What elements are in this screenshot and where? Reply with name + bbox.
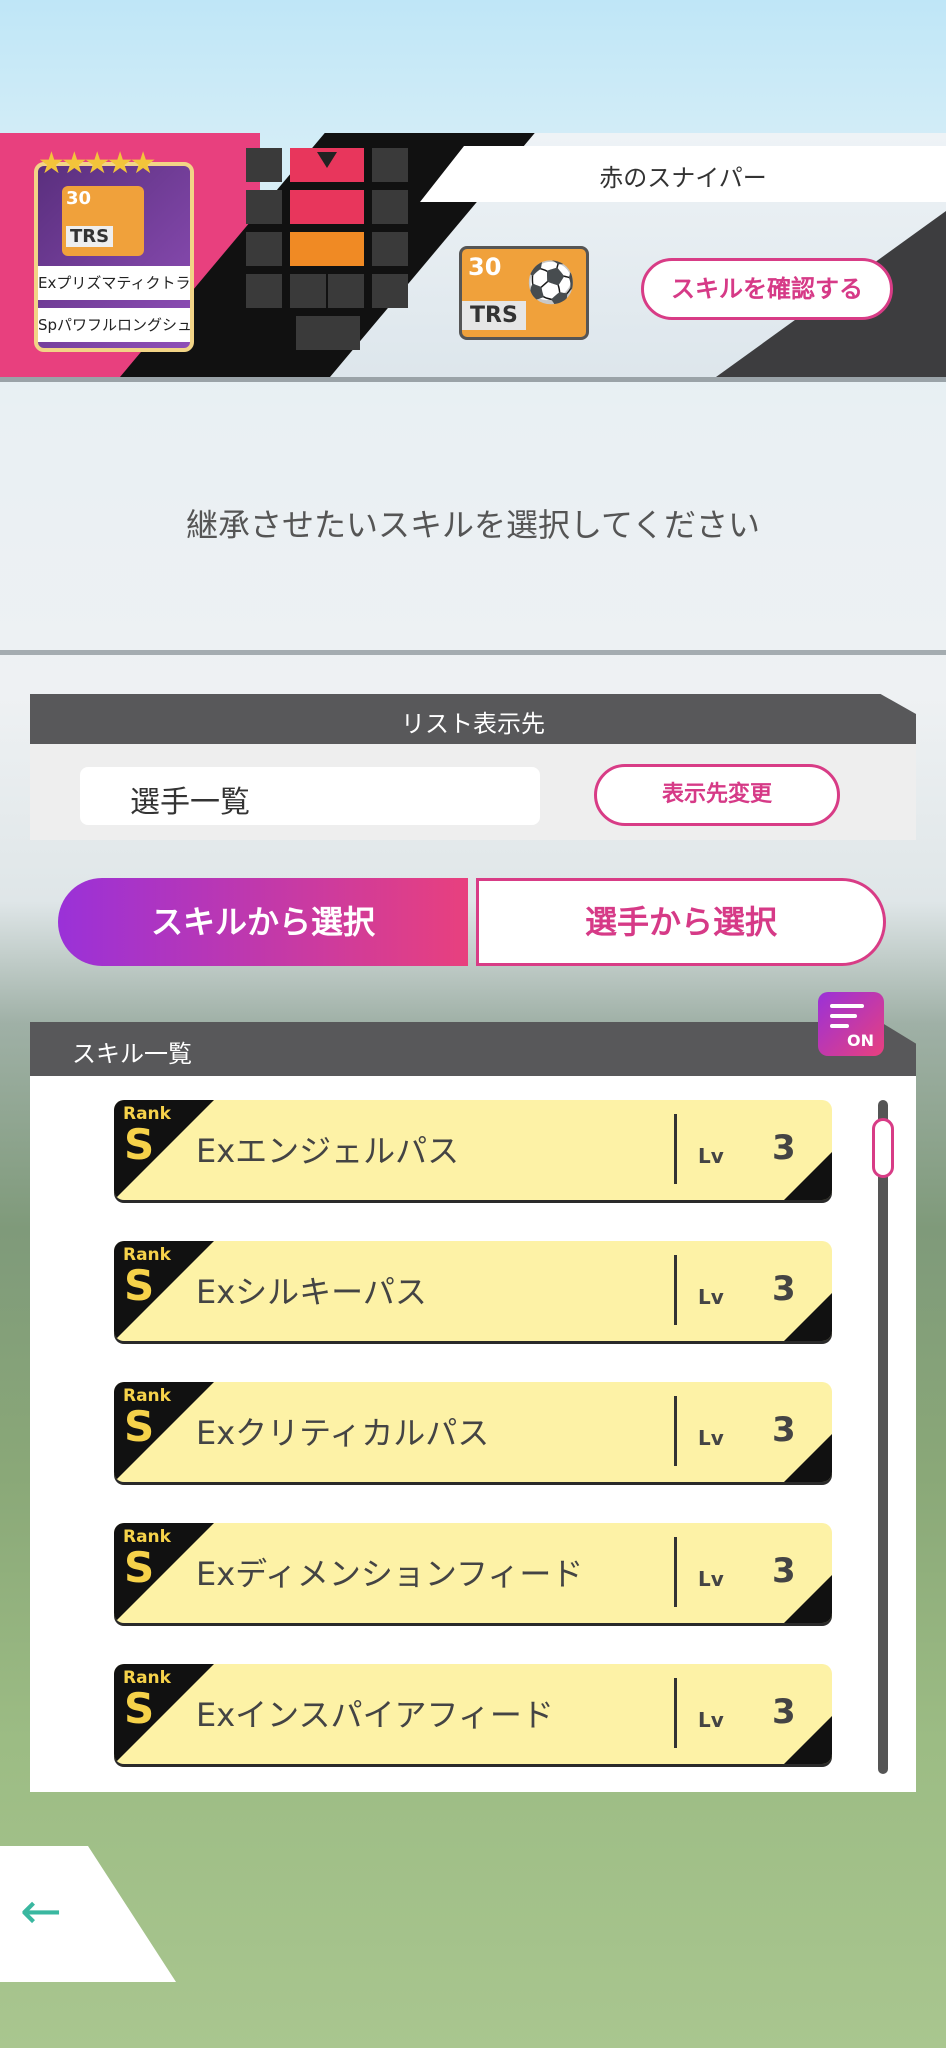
- scrollbar-thumb[interactable]: [872, 1118, 894, 1178]
- star-rating: ★★★★★: [38, 146, 156, 181]
- list-item[interactable]: Rank S Exエンジェルパス Lv 3: [114, 1100, 832, 1200]
- card-level: 30: [66, 188, 92, 209]
- skill-level: 3: [772, 1410, 796, 1450]
- formation-marker-icon: [317, 152, 337, 168]
- section-divider: [0, 650, 946, 655]
- divider: [674, 1255, 677, 1325]
- formation-cell: [296, 316, 360, 350]
- back-button[interactable]: ←: [0, 1846, 176, 1982]
- scrollbar-track[interactable]: [878, 1100, 888, 1774]
- header-divider: [0, 377, 946, 382]
- formation-cell: [372, 232, 408, 266]
- list-item[interactable]: Rank S Exシルキーパス Lv 3: [114, 1241, 832, 1341]
- level-label: Lv: [698, 1567, 724, 1591]
- skill-icon-level: 30: [468, 253, 502, 281]
- level-label: Lv: [698, 1144, 724, 1168]
- player-card[interactable]: 30 TRS Exプリズマティクトラップ Spパワフルロングシュート: [34, 162, 194, 352]
- level-label: Lv: [698, 1708, 724, 1732]
- divider: [674, 1114, 677, 1184]
- skill-list-title: スキル一覧: [72, 1040, 192, 1068]
- tab-select-by-player[interactable]: 選手から選択: [476, 878, 886, 966]
- skill-name: Exインスパイアフィード: [196, 1696, 554, 1734]
- skill-level: 3: [772, 1692, 796, 1732]
- skill-icon-code: TRS: [462, 301, 526, 330]
- player-kick-icon: ⚽: [526, 260, 576, 306]
- level-label: Lv: [698, 1285, 724, 1309]
- tab-select-by-skill[interactable]: スキルから選択: [58, 878, 468, 966]
- skill-name: Exクリティカルパス: [196, 1414, 490, 1452]
- formation-cell: [246, 190, 282, 224]
- card-skill-1: Exプリズマティクトラップ: [38, 266, 190, 300]
- divider: [674, 1396, 677, 1466]
- confirm-skill-button[interactable]: スキルを確認する: [641, 258, 893, 320]
- skill-name: Exエンジェルパス: [196, 1132, 460, 1170]
- filter-button[interactable]: ON: [818, 992, 884, 1056]
- list-item[interactable]: Rank S Exクリティカルパス Lv 3: [114, 1382, 832, 1482]
- list-item[interactable]: Rank S Exディメンションフィード Lv 3: [114, 1523, 832, 1623]
- skill-icon[interactable]: 30 TRS ⚽: [459, 246, 589, 340]
- formation-cell: [372, 190, 408, 224]
- skill-level: 3: [772, 1551, 796, 1591]
- filter-status: ON: [847, 1031, 874, 1050]
- skill-name: Exシルキーパス: [196, 1273, 427, 1311]
- player-name-bar: 赤のスナイパー: [420, 146, 946, 202]
- level-label: Lv: [698, 1426, 724, 1450]
- formation-cell: [246, 232, 282, 266]
- formation-cell-player: [290, 232, 364, 266]
- formation-cell: [290, 274, 326, 308]
- change-destination-button[interactable]: 表示先変更: [594, 764, 840, 826]
- formation-cell-active: [290, 190, 364, 224]
- formation-cell: [328, 274, 364, 308]
- card-code: TRS: [66, 226, 114, 247]
- list-destination-value: 選手一覧: [130, 785, 250, 820]
- list-destination-field: 選手一覧: [80, 767, 540, 825]
- formation-cell: [372, 274, 408, 308]
- list-item[interactable]: Rank S Exインスパイアフィード Lv 3: [114, 1664, 832, 1764]
- card-skill-2: Spパワフルロングシュート: [38, 308, 190, 342]
- back-arrow-icon: ←: [20, 1882, 62, 1940]
- skill-list-header: スキル一覧: [30, 1022, 916, 1076]
- divider: [674, 1678, 677, 1748]
- filter-icon: [830, 1004, 864, 1034]
- list-destination-title: リスト表示先: [401, 710, 545, 738]
- formation-cell: [372, 148, 408, 182]
- skill-level: 3: [772, 1269, 796, 1309]
- skill-name: Exディメンションフィード: [196, 1555, 584, 1593]
- formation-cell: [246, 148, 282, 182]
- skill-level: 3: [772, 1128, 796, 1168]
- formation-cell: [246, 274, 282, 308]
- card-skill-icon: 30 TRS: [62, 186, 144, 256]
- instruction-text: 継承させたいスキルを選択してください: [185, 506, 761, 544]
- player-name: 赤のスナイパー: [599, 164, 767, 192]
- divider: [674, 1537, 677, 1607]
- list-destination-header: リスト表示先: [30, 694, 916, 744]
